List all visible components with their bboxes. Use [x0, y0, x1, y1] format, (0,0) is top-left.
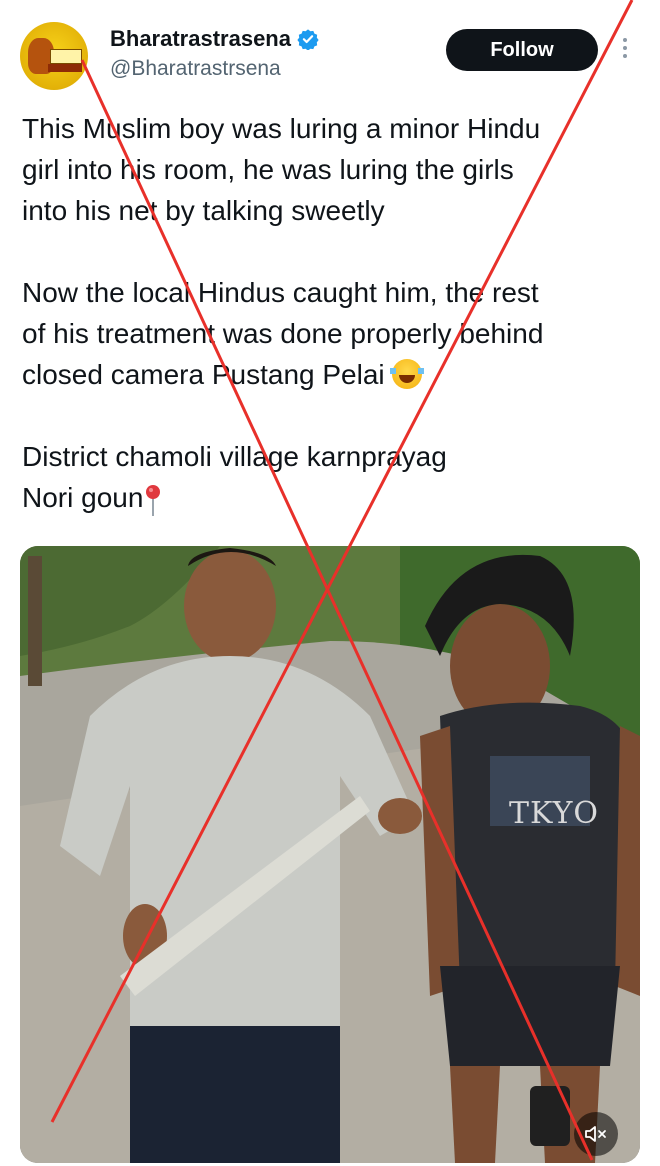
tweet-line: District chamoli village karnprayag [22, 441, 447, 472]
tweet-media-image[interactable]: TKYO [20, 546, 640, 1163]
tweet-line-text: closed camera Pustang Pelai [22, 359, 385, 390]
mute-toggle-button[interactable] [574, 1112, 618, 1156]
tweet-line: Nori goun [22, 477, 642, 518]
avatar-ribbon [48, 64, 82, 72]
tweet-line: into his net by talking sweetly [22, 195, 385, 226]
tweet-line-text: Nori goun [22, 482, 144, 513]
tweet-line: Now the local Hindus caught him, the res… [22, 277, 539, 308]
avatar-logo-text [50, 49, 82, 64]
avatar[interactable] [20, 22, 88, 90]
author-display-name[interactable]: Bharatrastrasena [110, 26, 291, 52]
tweet-line: closed camera Pustang Pelai [22, 354, 642, 395]
tweet-line: girl into his room, he was luring the gi… [22, 154, 514, 185]
follow-button[interactable]: Follow [446, 29, 598, 71]
tweet-text: This Muslim boy was luring a minor Hindu… [22, 108, 642, 518]
media-photo-scene [20, 546, 640, 1163]
more-vertical-icon[interactable] [620, 38, 630, 64]
round-pushpin-emoji [146, 485, 161, 516]
author-handle[interactable]: @Bharatrastrsena [110, 57, 281, 81]
speaker-muted-icon [585, 1126, 606, 1142]
laughing-tears-emoji [390, 359, 425, 389]
author-name-row: Bharatrastrasena [110, 26, 319, 52]
tweet-line: This Muslim boy was luring a minor Hindu [22, 113, 541, 144]
shirt-print-text: TKYO [509, 796, 600, 831]
verified-badge-icon [297, 29, 319, 50]
tweet-line: of his treatment was done properly behin… [22, 318, 544, 349]
